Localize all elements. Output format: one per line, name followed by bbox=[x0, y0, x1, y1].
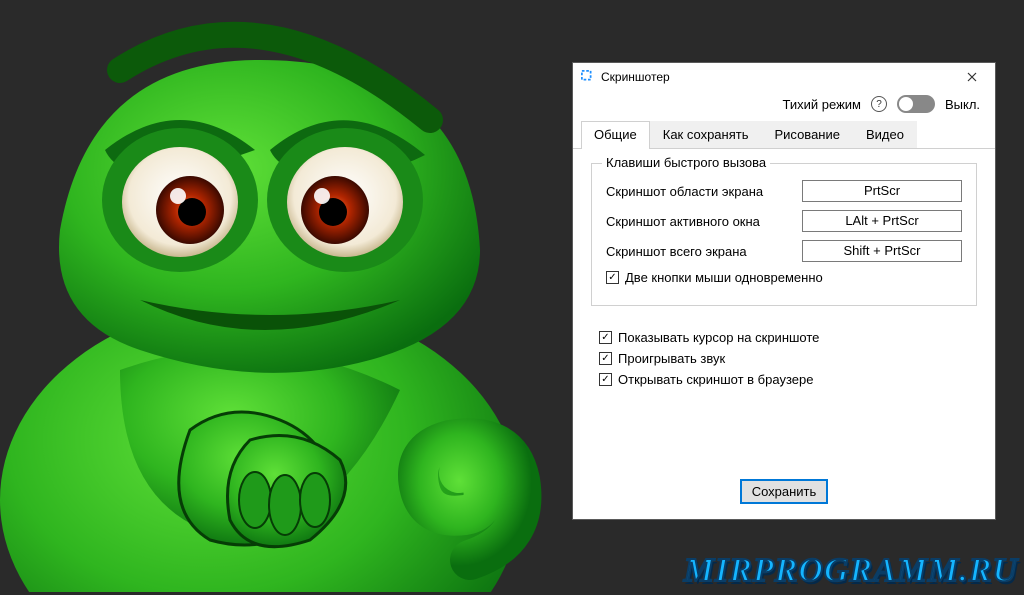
toggle-knob-icon bbox=[899, 97, 913, 111]
checkbox-icon bbox=[606, 271, 619, 284]
watermark: MIRPROGRAMM.RU bbox=[684, 552, 1018, 590]
quiet-mode-label: Тихий режим bbox=[783, 97, 861, 112]
quiet-mode-toggle[interactable] bbox=[897, 95, 935, 113]
checkbox-label: Две кнопки мыши одновременно bbox=[625, 270, 823, 285]
check-both-mouse[interactable]: Две кнопки мыши одновременно bbox=[606, 270, 962, 285]
checkbox-icon bbox=[599, 352, 612, 365]
hotkey-label: Скриншот активного окна bbox=[606, 214, 802, 229]
checkbox-label: Открывать скриншот в браузере bbox=[618, 372, 813, 387]
tab-label: Видео bbox=[866, 127, 904, 142]
save-button[interactable]: Сохранить bbox=[741, 480, 827, 503]
close-icon bbox=[967, 72, 977, 82]
chameleon-illustration bbox=[0, 0, 560, 592]
tab-label: Рисование bbox=[775, 127, 840, 142]
hotkey-field-full[interactable]: Shift + PrtScr bbox=[802, 240, 962, 262]
checkbox-label: Показывать курсор на скриншоте bbox=[618, 330, 819, 345]
settings-dialog: Скриншотер Тихий режим ? Выкл. Общие Как… bbox=[572, 62, 996, 520]
window-title: Скриншотер bbox=[601, 70, 955, 84]
hotkey-row-window: Скриншот активного окна LAlt + PrtScr bbox=[606, 210, 962, 232]
check-play-sound[interactable]: Проигрывать звук bbox=[599, 351, 977, 366]
quiet-mode-state: Выкл. bbox=[945, 97, 981, 112]
checkbox-icon bbox=[599, 373, 612, 386]
dialog-buttons: Сохранить bbox=[591, 480, 977, 509]
quiet-mode-row: Тихий режим ? Выкл. bbox=[573, 91, 995, 121]
hotkey-label: Скриншот всего экрана bbox=[606, 244, 802, 259]
tabs: Общие Как сохранять Рисование Видео bbox=[573, 121, 995, 149]
check-open-browser[interactable]: Открывать скриншот в браузере bbox=[599, 372, 977, 387]
tab-content-general: Клавиши быстрого вызова Скриншот области… bbox=[573, 149, 995, 519]
hotkey-row-full: Скриншот всего экрана Shift + PrtScr bbox=[606, 240, 962, 262]
tab-how-save[interactable]: Как сохранять bbox=[650, 121, 762, 148]
check-show-cursor[interactable]: Показывать курсор на скриншоте bbox=[599, 330, 977, 345]
options-group: Показывать курсор на скриншоте Проигрыва… bbox=[599, 324, 977, 393]
tab-label: Как сохранять bbox=[663, 127, 749, 142]
titlebar: Скриншотер bbox=[573, 63, 995, 91]
hotkey-field-window[interactable]: LAlt + PrtScr bbox=[802, 210, 962, 232]
tab-label: Общие bbox=[594, 127, 637, 142]
checkbox-label: Проигрывать звук bbox=[618, 351, 725, 366]
tab-video[interactable]: Видео bbox=[853, 121, 917, 148]
tab-drawing[interactable]: Рисование bbox=[762, 121, 853, 148]
tab-general[interactable]: Общие bbox=[581, 121, 650, 149]
close-button[interactable] bbox=[955, 65, 989, 89]
hotkey-row-area: Скриншот области экрана PrtScr bbox=[606, 180, 962, 202]
help-icon[interactable]: ? bbox=[871, 96, 887, 112]
checkbox-icon bbox=[599, 331, 612, 344]
hotkeys-fieldset: Клавиши быстрого вызова Скриншот области… bbox=[591, 163, 977, 306]
app-icon bbox=[581, 70, 595, 84]
hotkey-field-area[interactable]: PrtScr bbox=[802, 180, 962, 202]
hotkey-label: Скриншот области экрана bbox=[606, 184, 802, 199]
hotkeys-legend: Клавиши быстрого вызова bbox=[602, 155, 770, 170]
